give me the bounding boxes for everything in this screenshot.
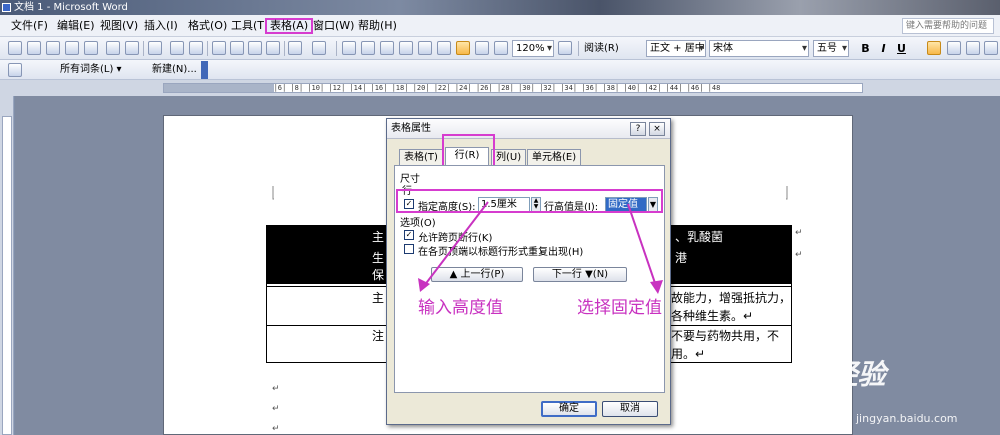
bold-icon[interactable]: B [858, 41, 873, 56]
dialog-help-button[interactable]: ? [630, 122, 646, 136]
menu-window[interactable]: 窗口(W) [310, 18, 357, 34]
tab-table[interactable]: 表格(T) [399, 149, 443, 165]
toolbar-separator [143, 41, 144, 56]
tab-cell[interactable]: 单元格(E) [527, 149, 582, 165]
copy-icon[interactable] [230, 41, 244, 55]
table-cell: 用。↵ [671, 347, 706, 361]
permission-icon[interactable] [65, 41, 79, 55]
research-icon[interactable] [189, 41, 203, 55]
zoom-dropdown[interactable]: 120% [512, 40, 554, 57]
font-dropdown[interactable]: 宋体 [709, 40, 809, 57]
arrow-to-height [423, 201, 489, 287]
row-end-mark: ↵ [795, 250, 803, 260]
menu-insert[interactable]: 插入(I) [141, 18, 181, 34]
print-preview-icon[interactable] [125, 41, 139, 55]
baidu-jingyan-logo: Bai 经验 [770, 358, 886, 391]
word-app-icon [2, 3, 11, 12]
help-search-input[interactable]: 键入需要帮助的问题 [902, 18, 994, 34]
vertical-ruler[interactable] [0, 96, 14, 435]
ruler-margin-left [164, 84, 274, 92]
menu-bar: 文件(F) 编辑(E) 视图(V) 插入(I) 格式(O) 工具(T) 表格(A… [0, 15, 1000, 37]
autotext-icon[interactable] [8, 63, 22, 77]
tables-borders-icon[interactable] [361, 41, 375, 55]
new-entry-button[interactable]: 新建(N)... [152, 62, 197, 77]
paragraph-mark: ↵ [272, 424, 280, 434]
align-center-icon[interactable] [927, 41, 941, 55]
read-button[interactable]: 阅读(R) [584, 41, 619, 56]
columns-icon[interactable] [418, 41, 432, 55]
menu-view[interactable]: 视图(V) [97, 18, 141, 34]
cut-icon[interactable] [212, 41, 226, 55]
window-title: 文档 1 - Microsoft Word [14, 2, 128, 13]
insert-table-icon[interactable] [380, 41, 394, 55]
menu-format[interactable]: 格式(O) [185, 18, 230, 34]
annotation-input-height: 输入高度值 [418, 298, 503, 318]
horizontal-ruler[interactable]: │8│ │6│ │4│ │2│ │ │2│ │4│ │6│ │8│ │10│ │… [163, 83, 863, 93]
italic-icon[interactable]: I [876, 41, 891, 56]
formatting-marks-icon[interactable] [494, 41, 508, 55]
underline-icon[interactable]: U [894, 41, 909, 56]
redo-icon[interactable] [312, 41, 326, 55]
toolbar-separator [284, 41, 285, 56]
insert-excel-icon[interactable] [399, 41, 413, 55]
spelling-icon[interactable] [170, 41, 184, 55]
dialog-title-bar[interactable]: 表格属性 ? × [387, 119, 670, 139]
autotext-toolbar: 所有词条(L) ▾ 新建(N)... [0, 60, 1000, 80]
open-icon[interactable] [27, 41, 41, 55]
table-cell: 各种维生素。↵ [671, 309, 754, 323]
align-left-icon[interactable] [947, 41, 961, 55]
undo-icon[interactable] [288, 41, 302, 55]
menu-edit[interactable]: 编辑(E) [54, 18, 98, 34]
paragraph-mark: ↵ [272, 404, 280, 414]
standard-toolbar: 120% 阅读(R) 正文 + 居中 宋体 五号 B I U [0, 37, 1000, 60]
style-dropdown[interactable]: 正文 + 居中 [646, 40, 706, 57]
row-end-mark: ↵ [795, 228, 803, 238]
ok-button[interactable]: 确定 [541, 401, 597, 417]
annotation-choose-fixed: 选择固定值 [577, 298, 662, 318]
document-map-icon[interactable] [456, 41, 470, 55]
table-cell: 、乳酸菌 [675, 230, 724, 244]
window-title-bar: 文档 1 - Microsoft Word [0, 0, 1000, 15]
save-icon[interactable] [46, 41, 60, 55]
row-tab-highlight [442, 134, 495, 169]
vertical-ruler-scale [2, 116, 12, 435]
email-icon[interactable] [84, 41, 98, 55]
toolbar-options-icon[interactable] [201, 61, 208, 79]
new-document-icon[interactable] [8, 41, 22, 55]
paste-icon[interactable] [248, 41, 262, 55]
font-size-dropdown[interactable]: 五号 [813, 40, 849, 57]
cancel-button[interactable]: 取消 [602, 401, 658, 417]
menu-table[interactable]: 表格(A) [265, 18, 314, 34]
paragraph-mark: ↵ [272, 384, 280, 394]
all-entries-dropdown[interactable]: 所有词条(L) ▾ [60, 62, 122, 77]
menu-help[interactable]: 帮助(H) [355, 18, 400, 34]
toolbar-separator [578, 41, 579, 56]
traditional-chinese-icon[interactable] [148, 41, 162, 55]
table-cell: 不要与药物共用，不 [671, 329, 780, 343]
hyperlink-icon[interactable] [342, 41, 356, 55]
margin-corner-mark [786, 186, 788, 200]
margin-corner-mark [272, 186, 274, 200]
format-painter-icon[interactable] [266, 41, 280, 55]
show-hide-icon[interactable] [475, 41, 489, 55]
arrow-to-fixed [627, 203, 657, 287]
dialog-close-button[interactable]: × [649, 122, 665, 136]
menu-file[interactable]: 文件(F) [8, 18, 51, 34]
table-cell: 故能力，增强抵抗力， [671, 291, 792, 305]
horizontal-ruler-row: │8│ │6│ │4│ │2│ │ │2│ │4│ │6│ │8│ │10│ │… [0, 80, 1000, 96]
align-right-icon[interactable] [966, 41, 980, 55]
toolbar-separator [336, 41, 337, 56]
print-icon[interactable] [106, 41, 120, 55]
toolbar-separator [207, 41, 208, 56]
watermark-site: jingyan.baidu.com [856, 412, 958, 425]
justify-icon[interactable] [984, 41, 998, 55]
drawing-icon[interactable] [437, 41, 451, 55]
dialog-title: 表格属性 [391, 123, 431, 134]
arrowhead-icon [650, 280, 663, 294]
tab-column[interactable]: 列(U) [491, 149, 527, 165]
help-icon[interactable] [558, 41, 572, 55]
